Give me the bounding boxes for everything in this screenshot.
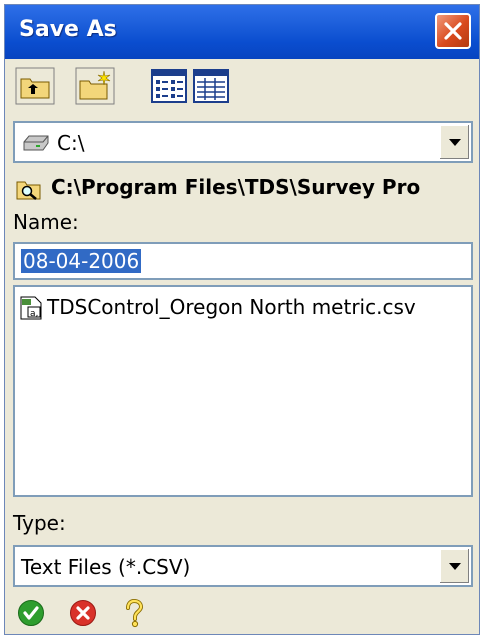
- list-view-button[interactable]: [151, 67, 187, 105]
- close-icon: [444, 22, 462, 40]
- toolbar: [5, 61, 479, 113]
- drive-dropdown[interactable]: C:\: [13, 121, 473, 163]
- up-folder-icon: [15, 67, 55, 105]
- type-value: Text Files (*.CSV): [21, 555, 191, 579]
- bottom-bar: [5, 593, 479, 635]
- name-input-value: 08-04-2006: [21, 249, 142, 273]
- type-dropdown[interactable]: Text Files (*.CSV): [13, 545, 473, 587]
- name-label: Name:: [13, 210, 79, 234]
- list-view-icon: [151, 69, 187, 103]
- hard-drive-icon: [23, 135, 49, 151]
- drive-value: C:\: [57, 131, 85, 155]
- help-question-icon: [126, 598, 144, 628]
- type-label: Type:: [13, 511, 66, 535]
- save-as-dialog: Save As C:\ C:\Program Files\TDS\Survey …: [4, 4, 480, 635]
- type-dropdown-arrow[interactable]: [439, 549, 469, 583]
- new-folder-button[interactable]: [75, 67, 115, 105]
- checkmark-icon: [18, 600, 44, 626]
- title-bar: Save As: [5, 5, 479, 59]
- help-button[interactable]: [121, 598, 147, 633]
- list-item[interactable]: a, TDSControl_Oregon North metric.csv: [19, 293, 469, 323]
- up-folder-button[interactable]: [15, 67, 55, 105]
- folder-search-icon: [16, 181, 41, 200]
- name-input[interactable]: 08-04-2006: [13, 242, 473, 280]
- csv-file-icon: a,: [20, 296, 42, 320]
- close-button[interactable]: [435, 13, 471, 49]
- cancel-button[interactable]: [69, 599, 97, 631]
- details-view-button[interactable]: [193, 67, 229, 105]
- new-folder-icon: [75, 67, 115, 105]
- window-title: Save As: [19, 17, 117, 42]
- ok-button[interactable]: [17, 599, 45, 631]
- cancel-x-icon: [70, 600, 96, 626]
- file-list[interactable]: a, TDSControl_Oregon North metric.csv: [13, 285, 473, 497]
- drive-dropdown-arrow[interactable]: [439, 125, 469, 159]
- current-path: C:\Program Files\TDS\Survey Pro: [51, 175, 421, 199]
- svg-text:a,: a,: [30, 309, 38, 319]
- details-view-icon: [193, 69, 229, 103]
- file-name: TDSControl_Oregon North metric.csv: [47, 295, 416, 319]
- current-path-row: C:\Program Files\TDS\Survey Pro: [15, 173, 475, 205]
